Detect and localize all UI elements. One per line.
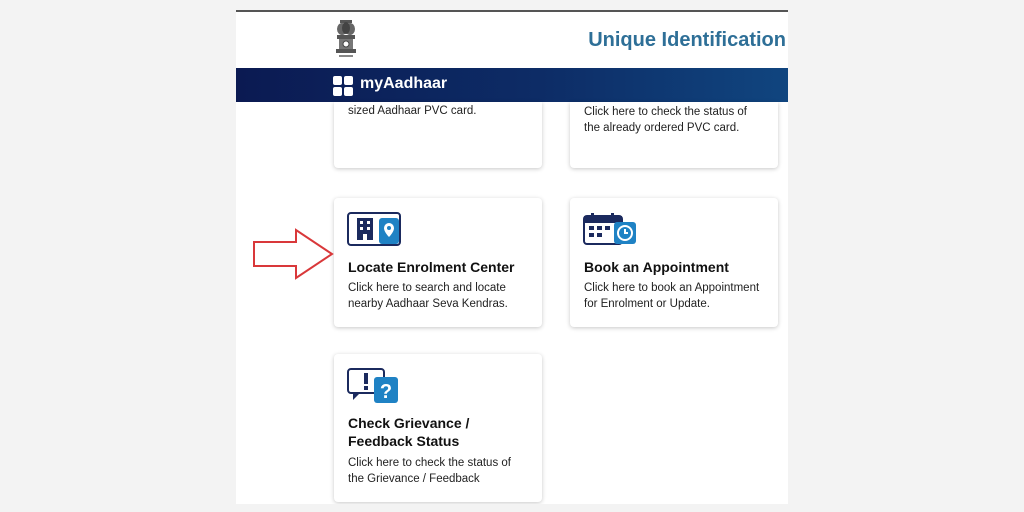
svg-text:?: ? <box>380 381 392 403</box>
card-title: Book an Appointment <box>584 259 729 275</box>
card-description: Click here to book an Appointment for En… <box>584 282 760 310</box>
top-header: Unique Identification <box>236 12 788 68</box>
site-title: Unique Identification <box>588 29 786 51</box>
national-emblem-icon <box>336 20 356 57</box>
card-description: Click here to search and locate nearby A… <box>348 282 508 310</box>
nav-bar: myAadhaar <box>236 68 788 102</box>
nav-title[interactable]: myAadhaar <box>360 75 447 93</box>
book-appointment-card[interactable]: Book an Appointment Click here to book a… <box>570 198 778 327</box>
card-description: Click here to check the status of the Gr… <box>348 457 511 485</box>
alert-question-icon: ? <box>347 368 398 403</box>
card-title: Locate Enrolment Center <box>348 259 515 275</box>
order-pvc-card[interactable]: sized Aadhaar PVC card. <box>334 102 542 168</box>
pointer-arrow-icon <box>253 228 334 280</box>
myaadhaar-logo-icon[interactable] <box>333 76 353 96</box>
card-description: Click here to check the status of the al… <box>584 106 747 134</box>
card-description: sized Aadhaar PVC card. <box>348 105 477 117</box>
card-title: Check Grievance / Feedback Status <box>348 415 470 449</box>
locate-enrolment-center-card[interactable]: Locate Enrolment Center Click here to se… <box>334 198 542 327</box>
check-pvc-status-card[interactable]: Click here to check the status of the al… <box>570 102 778 168</box>
check-grievance-status-card[interactable]: ? Check Grievance / Feedback Status Clic… <box>334 354 542 502</box>
calendar-clock-icon <box>583 213 636 245</box>
building-location-icon <box>347 212 401 246</box>
